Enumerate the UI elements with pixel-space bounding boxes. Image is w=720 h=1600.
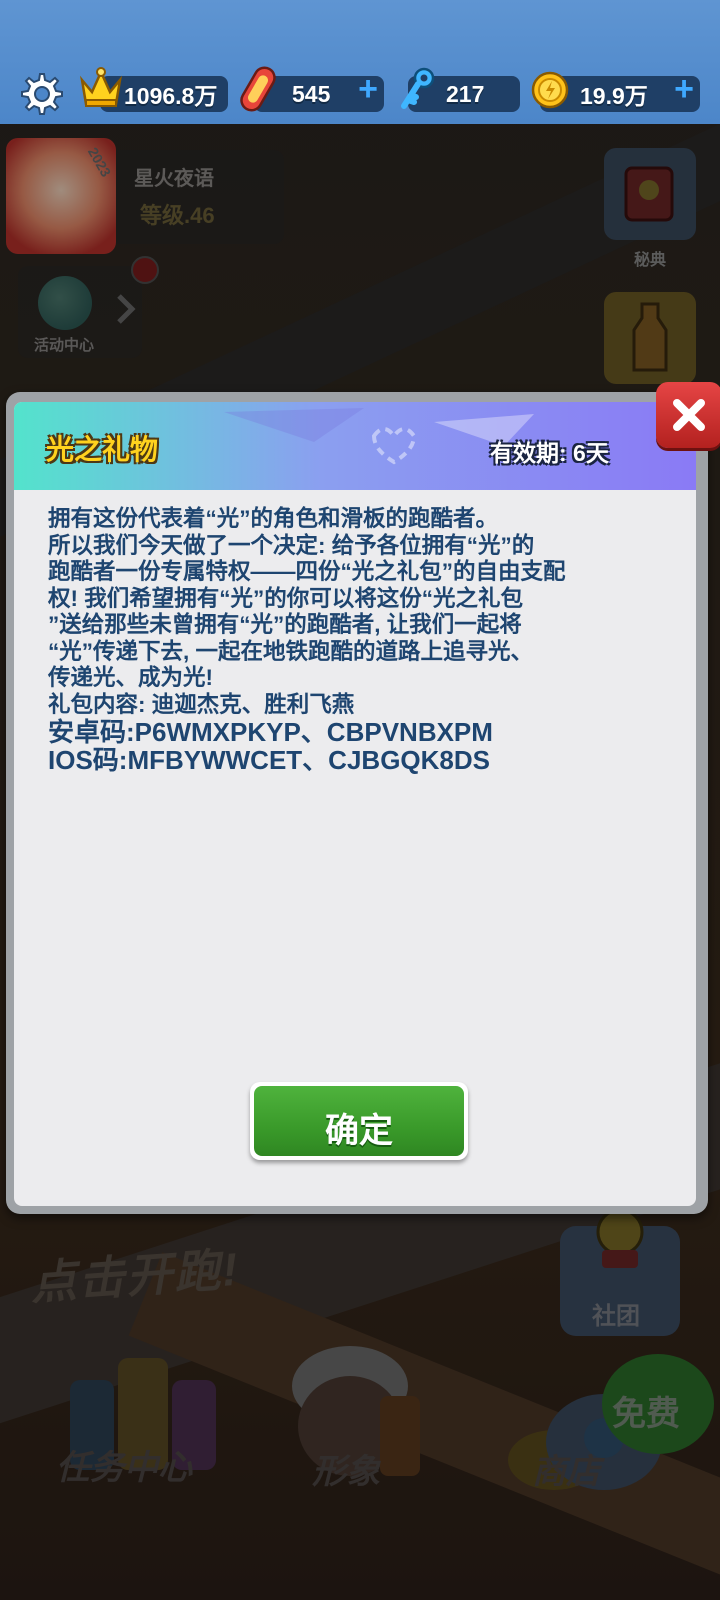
top-resource-bar: 1096.8万 545 + 217 19.9万 + bbox=[0, 0, 720, 124]
message-line: 礼包内容: 迪迦杰克、胜利飞燕 bbox=[48, 691, 355, 717]
add-skateboard-plus-icon[interactable]: + bbox=[358, 70, 378, 109]
key-icon bbox=[401, 67, 435, 109]
message-line: 拥有这份代表着“光”的角色和滑板的跑酷者。 bbox=[48, 506, 499, 531]
close-dialog-button[interactable] bbox=[656, 382, 720, 448]
dialog-title: 光之礼物 bbox=[46, 434, 159, 465]
message-line: 权! 我们希望拥有“光”的你可以将这份“光之礼包 bbox=[48, 585, 523, 611]
hoverboard-icon bbox=[240, 66, 276, 112]
settings-gear-icon[interactable] bbox=[16, 70, 64, 118]
message-line: 传递光、成为光! bbox=[48, 665, 213, 690]
coin-value: 19.9万 bbox=[580, 83, 648, 109]
skateboard-value: 545 bbox=[292, 80, 331, 107]
coin-icon bbox=[531, 71, 569, 109]
confirm-button-label: 确定 bbox=[325, 1112, 393, 1150]
message-line: “光”传递下去, 一起在地铁跑酷的道路上追寻光、 bbox=[48, 638, 534, 664]
message-line: 所以我们今天做了一个决定: 给予各位拥有“光”的 bbox=[48, 532, 535, 558]
confirm-button-face[interactable]: 确定 bbox=[254, 1086, 464, 1156]
validity-period: 有效期: 6天 bbox=[490, 440, 609, 466]
add-coin-plus-icon[interactable]: + bbox=[674, 70, 694, 109]
crown-icon bbox=[80, 67, 122, 107]
close-icon bbox=[673, 399, 705, 431]
message-line: 跑酷者一份专属特权——四份“光之礼包”的自由支配 bbox=[48, 559, 566, 584]
crown-score-value: 1096.8万 bbox=[124, 83, 218, 109]
ios-redeem-codes: IOS码:MFBYWWCET、CJBGQK8DS bbox=[48, 745, 491, 775]
gift-message: 拥有这份代表着“光”的角色和滑板的跑酷者。 所以我们今天做了一个决定: 给予各位… bbox=[48, 506, 668, 774]
confirm-button[interactable]: 确定 bbox=[250, 1082, 468, 1160]
android-redeem-codes: 安卓码:P6WMXPKYP、CBPVNBXPM bbox=[48, 717, 493, 747]
key-value: 217 bbox=[446, 80, 485, 107]
message-line: ”送给那些未曾拥有“光”的跑酷者, 让我们一起将 bbox=[48, 612, 522, 637]
